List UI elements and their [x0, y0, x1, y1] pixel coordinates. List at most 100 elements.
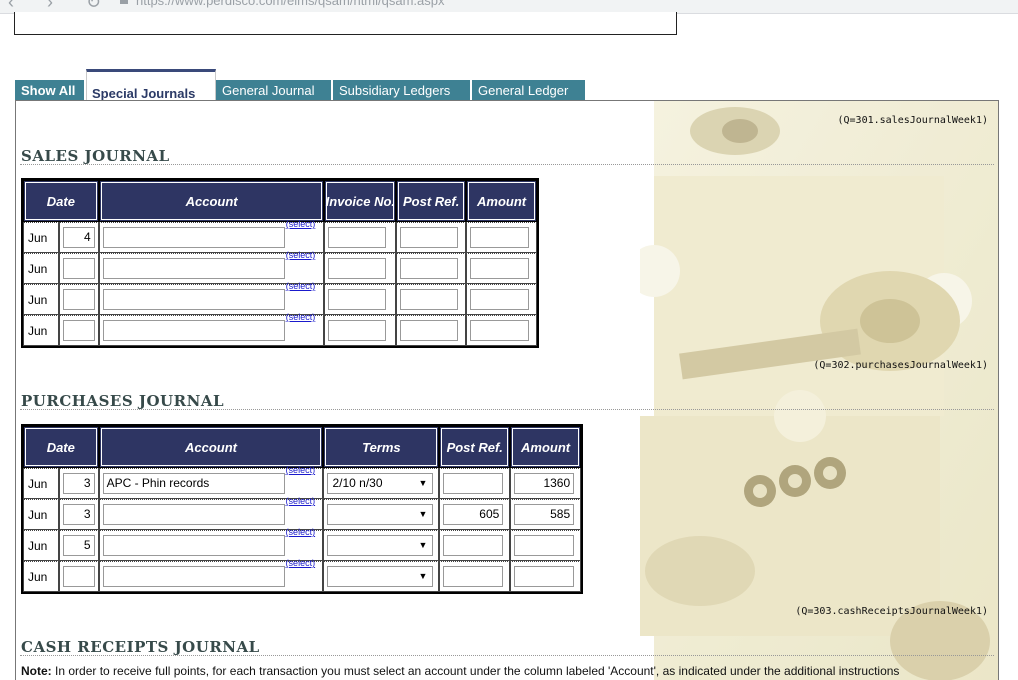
- sales-question-ref: (Q=301.salesJournalWeek1): [837, 115, 988, 126]
- col-amount: Amount: [510, 426, 581, 468]
- purchases-journal-table: Date Account Terms Post Ref. Amount Jun …: [21, 424, 583, 594]
- tab-general-ledger[interactable]: General Ledger: [472, 80, 587, 101]
- account-input[interactable]: [102, 258, 285, 279]
- post-ref-input[interactable]: [400, 258, 459, 279]
- select-account-link[interactable]: (select): [286, 250, 316, 260]
- table-row: Jun (select): [23, 281, 537, 315]
- terms-dropdown[interactable]: ▼: [327, 566, 434, 587]
- month-cell: Jun: [23, 468, 59, 499]
- col-account: Account: [98, 180, 325, 222]
- post-ref-input[interactable]: [400, 227, 459, 248]
- col-terms: Terms: [323, 426, 440, 468]
- chevron-down-icon: ▼: [418, 571, 428, 581]
- address-text: https://www.perdisco.com/elms/qsam/html/…: [136, 0, 445, 8]
- post-ref-input[interactable]: [443, 473, 504, 494]
- note-text: In order to receive full points, for eac…: [55, 664, 900, 678]
- day-input[interactable]: 4: [62, 227, 95, 248]
- select-account-link[interactable]: (select): [286, 312, 316, 322]
- section-divider: [20, 409, 994, 410]
- chevron-down-icon: ▼: [418, 509, 428, 519]
- day-input[interactable]: [62, 320, 95, 341]
- sales-journal-table: Date Account Invoice No. Post Ref. Amoun…: [21, 178, 539, 348]
- account-input[interactable]: [102, 504, 285, 525]
- sales-journal-title: SALES JOURNAL: [21, 147, 170, 165]
- section-divider: [20, 164, 994, 165]
- select-account-link[interactable]: (select): [286, 527, 316, 537]
- table-row: Jun 3 APC - Phin records(select) 2/10 n/…: [23, 465, 581, 499]
- cash-receipts-journal-title: CASH RECEIPTS JOURNAL: [21, 638, 260, 656]
- select-account-link[interactable]: (select): [286, 281, 316, 291]
- month-cell: Jun: [23, 499, 59, 530]
- account-input[interactable]: [102, 566, 285, 587]
- day-input[interactable]: 5: [62, 535, 95, 556]
- select-account-link[interactable]: (select): [286, 558, 316, 568]
- col-account: Account: [98, 426, 324, 468]
- day-input[interactable]: [62, 289, 95, 310]
- tab-general-journal[interactable]: General Journal: [216, 80, 333, 101]
- terms-dropdown[interactable]: ▼: [327, 535, 434, 556]
- col-post-ref: Post Ref.: [396, 180, 467, 222]
- select-account-link[interactable]: (select): [286, 219, 316, 229]
- tab-special-journals[interactable]: Special Journals: [86, 69, 216, 101]
- puzzle-background-image: [640, 101, 998, 680]
- post-ref-input[interactable]: [443, 535, 504, 556]
- terms-value: 2/10 n/30: [332, 476, 383, 490]
- select-account-link[interactable]: (select): [286, 496, 316, 506]
- chevron-down-icon: ▼: [418, 540, 428, 550]
- account-input[interactable]: [102, 289, 285, 310]
- account-input[interactable]: [102, 227, 285, 248]
- amount-input[interactable]: 1360: [514, 473, 575, 494]
- table-row: Jun 5 (select) ▼: [23, 527, 581, 561]
- terms-dropdown[interactable]: ▼: [327, 504, 434, 525]
- amount-input[interactable]: 585: [514, 504, 575, 525]
- amount-input[interactable]: [470, 258, 530, 279]
- col-amount: Amount: [466, 180, 537, 222]
- cash-receipts-question-ref: (Q=303.cashReceiptsJournalWeek1): [795, 606, 988, 617]
- month-cell: Jun: [23, 530, 59, 561]
- post-ref-input[interactable]: [400, 289, 459, 310]
- month-cell: Jun: [23, 315, 59, 346]
- terms-dropdown[interactable]: 2/10 n/30 ▼: [327, 473, 434, 494]
- month-cell: Jun: [23, 561, 59, 592]
- instruction-note: Note: In order to receive full points, f…: [21, 664, 899, 678]
- note-label: Note:: [21, 664, 52, 678]
- invoice-input[interactable]: [328, 289, 387, 310]
- table-row: Jun (select): [23, 250, 537, 284]
- col-invoice: Invoice No.: [324, 180, 397, 222]
- section-divider: [20, 655, 994, 656]
- table-row: Jun 3 (select) ▼ 605 585: [23, 496, 581, 530]
- account-input[interactable]: [102, 320, 285, 341]
- post-ref-input[interactable]: [443, 566, 504, 587]
- invoice-input[interactable]: [328, 227, 387, 248]
- table-row: Jun (select): [23, 312, 537, 346]
- amount-input[interactable]: [514, 535, 575, 556]
- tab-subsidiary-ledgers[interactable]: Subsidiary Ledgers: [333, 80, 472, 101]
- amount-input[interactable]: [470, 289, 530, 310]
- invoice-input[interactable]: [328, 258, 387, 279]
- amount-input[interactable]: [470, 320, 530, 341]
- month-cell: Jun: [23, 253, 59, 284]
- col-post-ref: Post Ref.: [439, 426, 511, 468]
- purchases-journal-title: PURCHASES JOURNAL: [21, 392, 225, 410]
- col-date: Date: [23, 426, 99, 468]
- post-ref-input[interactable]: [400, 320, 459, 341]
- amount-input[interactable]: [514, 566, 575, 587]
- table-row: Jun 4 (select): [23, 219, 537, 253]
- special-journals-panel: (Q=301.salesJournalWeek1) SALES JOURNAL …: [15, 100, 999, 680]
- address-bar[interactable]: https://www.perdisco.com/elms/qsam/html/…: [106, 0, 1018, 12]
- amount-input[interactable]: [470, 227, 530, 248]
- table-row: Jun (select) ▼: [23, 558, 581, 592]
- account-input[interactable]: APC - Phin records: [102, 473, 285, 494]
- tab-show-all[interactable]: Show All: [15, 80, 86, 101]
- purchases-question-ref: (Q=302.purchasesJournalWeek1): [813, 360, 988, 371]
- month-cell: Jun: [23, 284, 59, 315]
- day-input[interactable]: 3: [62, 504, 95, 525]
- post-ref-input[interactable]: 605: [443, 504, 504, 525]
- invoice-input[interactable]: [328, 320, 387, 341]
- account-input[interactable]: [102, 535, 285, 556]
- select-account-link[interactable]: (select): [286, 465, 316, 475]
- day-input[interactable]: [62, 258, 95, 279]
- chevron-down-icon: ▼: [418, 478, 428, 488]
- day-input[interactable]: 3: [62, 473, 95, 494]
- day-input[interactable]: [62, 566, 95, 587]
